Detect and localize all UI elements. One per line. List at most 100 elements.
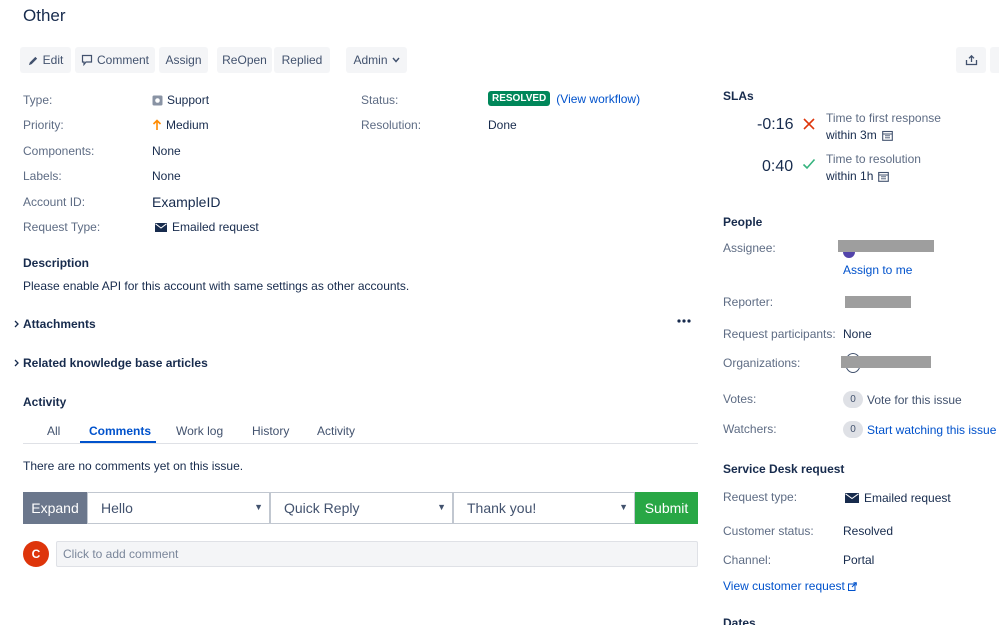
tabs-divider: [23, 443, 698, 444]
comment-label: Comment: [96, 53, 149, 67]
type-label: Type:: [23, 93, 53, 107]
add-comment-placeholder: Click to add comment: [63, 547, 179, 561]
edit-button[interactable]: Edit: [20, 47, 71, 73]
priority-label: Priority:: [23, 118, 64, 132]
watchers-value: 0 Start watching this issue: [843, 421, 996, 438]
tab-comments[interactable]: Comments: [89, 424, 151, 438]
sla-target: within 3m: [826, 128, 893, 142]
issue-title: Other: [23, 6, 66, 25]
service-desk-heading: Service Desk request: [723, 462, 845, 476]
participants-value: None: [843, 327, 872, 341]
votes-value: 0 Vote for this issue: [843, 391, 962, 408]
redacted-reporter: [845, 296, 911, 308]
sla-time: -0:16: [757, 116, 794, 133]
account-id-value: ExampleID: [152, 194, 221, 210]
caret-down-icon: ▼: [254, 502, 263, 512]
type-text: Support: [167, 93, 210, 107]
priority-text: Medium: [166, 118, 209, 132]
assignee-avatar: [843, 252, 855, 258]
account-id-label: Account ID:: [23, 195, 86, 209]
share-icon: [965, 54, 978, 66]
tab-work-log[interactable]: Work log: [176, 424, 223, 438]
description-heading: Description: [23, 256, 90, 270]
assign-button[interactable]: Assign: [159, 47, 208, 73]
assign-label: Assign: [165, 53, 202, 67]
people-heading: People: [723, 215, 763, 229]
tab-all[interactable]: All: [47, 424, 60, 438]
view-customer-request-text: View customer request: [723, 579, 845, 593]
expand-button[interactable]: Expand: [23, 492, 87, 524]
resolution-label: Resolution:: [361, 118, 422, 132]
closing-select-value: Thank you!: [467, 500, 537, 516]
slas-heading: SLAs: [723, 89, 754, 103]
calendar-icon: [881, 130, 893, 141]
closing-select[interactable]: Thank you! ▼: [453, 492, 635, 524]
greeting-select-value: Hello: [101, 500, 133, 516]
x-icon: [802, 117, 816, 131]
assign-to-me-link[interactable]: Assign to me: [843, 263, 912, 277]
attachments-heading: Attachments: [23, 317, 96, 331]
assignee-label: Assignee:: [723, 241, 776, 255]
dates-heading: Dates: [723, 616, 756, 625]
submit-button[interactable]: Submit: [635, 492, 698, 524]
view-customer-request-link[interactable]: View customer request: [723, 579, 857, 593]
organizations-label: Organizations:: [723, 356, 801, 370]
tab-activity[interactable]: Activity: [317, 424, 355, 438]
pencil-icon: [28, 55, 39, 66]
quick-reply-select-value: Quick Reply: [284, 500, 360, 516]
participants-label: Request participants:: [723, 327, 836, 341]
replied-button[interactable]: Replied: [274, 47, 330, 73]
view-workflow-link[interactable]: (View workflow): [556, 92, 640, 106]
share-button[interactable]: [956, 47, 986, 73]
support-icon: [152, 95, 163, 106]
more-options-icon[interactable]: [677, 319, 691, 323]
sd-request-type-text: Emailed request: [864, 491, 951, 505]
arrow-up-icon: [152, 119, 162, 131]
sd-request-type-label: Request type:: [723, 490, 798, 504]
description-text: Please enable API for this account with …: [23, 279, 410, 293]
status-label: Status:: [361, 93, 399, 107]
calendar-icon: [878, 171, 890, 182]
status-value: RESOLVED (View workflow): [488, 91, 640, 106]
reopen-label: ReOpen: [222, 53, 267, 67]
votes-label: Votes:: [723, 392, 757, 406]
external-link-icon: [847, 581, 857, 591]
status-badge: RESOLVED: [488, 91, 551, 106]
knowledge-toggle[interactable]: Related knowledge base articles: [14, 356, 208, 370]
knowledge-heading: Related knowledge base articles: [23, 356, 208, 370]
admin-label: Admin: [353, 53, 388, 67]
quick-reply-select[interactable]: Quick Reply ▼: [270, 492, 453, 524]
request-type-label: Request Type:: [23, 220, 101, 234]
admin-dropdown[interactable]: Admin: [346, 47, 407, 73]
attachments-toggle[interactable]: Attachments: [14, 317, 96, 331]
envelope-icon: [845, 493, 859, 503]
channel-value: Portal: [843, 553, 875, 567]
priority-value: Medium: [152, 118, 209, 132]
replied-label: Replied: [281, 53, 323, 67]
more-button[interactable]: [990, 47, 999, 73]
redacted-assignee: [838, 240, 934, 252]
greeting-select[interactable]: Hello ▼: [87, 492, 270, 524]
labels-label: Labels:: [23, 169, 62, 183]
activity-heading: Activity: [23, 395, 67, 409]
reporter-label: Reporter:: [723, 295, 774, 309]
avatar: C: [23, 541, 49, 567]
watchers-label: Watchers:: [723, 422, 777, 436]
redacted-organization: [841, 356, 931, 368]
chevron-down-icon: [391, 57, 400, 63]
sla-name: Time to resolution: [826, 152, 921, 166]
sla-target-text: within 3m: [826, 128, 877, 142]
request-type-value: Emailed request: [155, 220, 259, 234]
add-comment-field[interactable]: Click to add comment: [56, 541, 698, 567]
envelope-icon: [155, 222, 167, 232]
reopen-button[interactable]: ReOpen: [217, 47, 272, 73]
chevron-right-icon: [14, 320, 19, 328]
type-value: Support: [152, 93, 209, 107]
start-watching-link[interactable]: Start watching this issue: [867, 423, 996, 437]
vote-link[interactable]: Vote for this issue: [867, 393, 962, 407]
check-icon: [802, 158, 816, 170]
comment-button[interactable]: Comment: [75, 47, 155, 73]
tab-history[interactable]: History: [252, 424, 289, 438]
caret-down-icon: ▼: [437, 502, 446, 512]
comment-icon: [81, 54, 93, 66]
